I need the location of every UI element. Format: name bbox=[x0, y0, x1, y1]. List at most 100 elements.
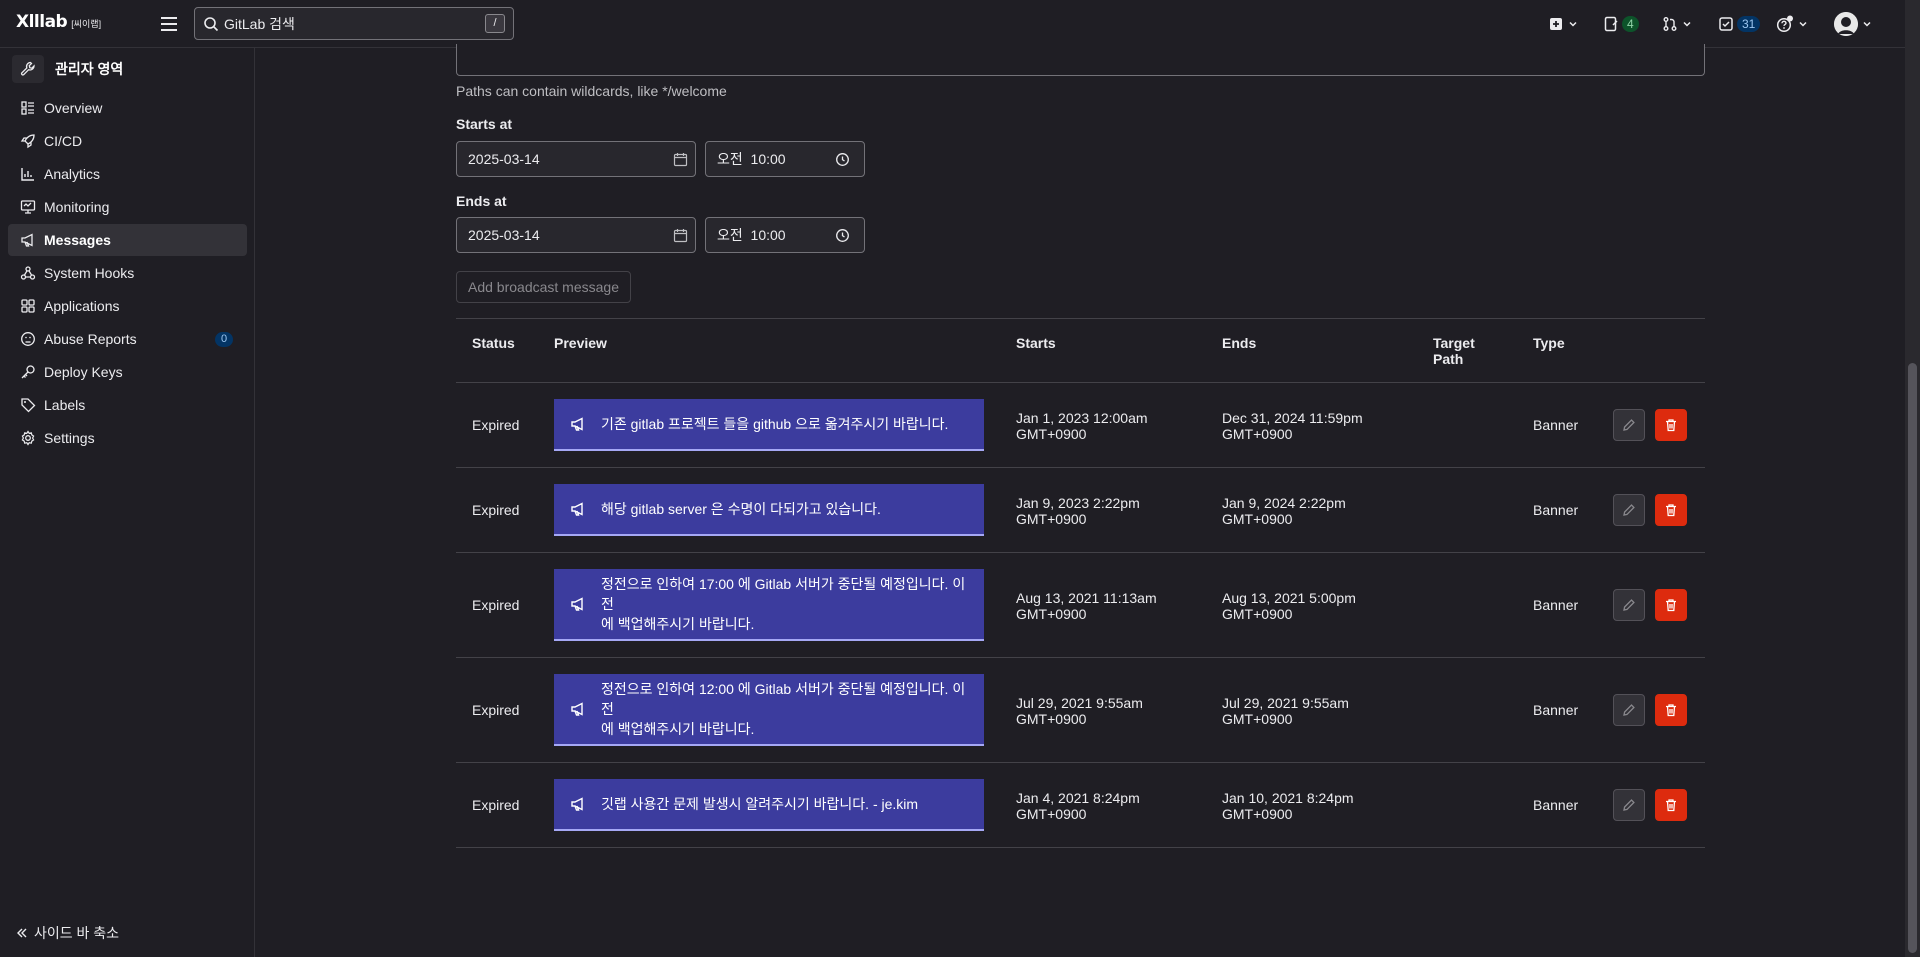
sidebar-item-label: Settings bbox=[44, 430, 95, 446]
status-cell: Expired bbox=[472, 597, 520, 613]
sidebar-item-applications[interactable]: Applications bbox=[8, 290, 247, 322]
edit-button[interactable] bbox=[1613, 409, 1645, 441]
message-preview-banner: 정전으로 인하여 17:00 에 Gitlab 서버가 중단될 예정입니다. 이… bbox=[554, 569, 984, 641]
starts-at-time-input[interactable]: 오전 10:00 bbox=[705, 141, 865, 177]
clock-icon[interactable] bbox=[835, 152, 850, 167]
chevron-down-icon bbox=[1681, 18, 1693, 30]
starts-cell: Aug 13, 2021 11:13am GMT+0900 bbox=[1016, 590, 1157, 622]
starts-cell: Jan 1, 2023 12:00am GMT+0900 bbox=[1016, 410, 1148, 442]
column-preview: Preview bbox=[554, 335, 607, 351]
search-input[interactable]: GitLab 검색 / bbox=[194, 7, 514, 40]
sidebar-item-system-hooks[interactable]: System Hooks bbox=[8, 257, 247, 289]
ends-at-date-value: 2025-03-14 bbox=[468, 227, 540, 243]
edit-button[interactable] bbox=[1613, 494, 1645, 526]
sidebar-item-label: Labels bbox=[44, 397, 86, 413]
sidebar-item-label: Abuse Reports bbox=[44, 331, 137, 347]
ends-cell: Jan 9, 2024 2:22pm GMT+0900 bbox=[1222, 495, 1346, 527]
plus-square-icon bbox=[1548, 16, 1564, 32]
delete-button[interactable] bbox=[1655, 789, 1687, 821]
hook-icon bbox=[20, 265, 36, 281]
edit-button[interactable] bbox=[1613, 694, 1645, 726]
message-text: 정전으로 인하여 12:00 에 Gitlab 서버가 중단될 예정입니다. 이… bbox=[601, 681, 966, 737]
avatar bbox=[1834, 12, 1858, 36]
calendar-icon[interactable] bbox=[673, 152, 688, 167]
issues-button[interactable]: 4 bbox=[1603, 12, 1639, 36]
create-new-dropdown[interactable] bbox=[1548, 12, 1579, 36]
status-cell: Expired bbox=[472, 797, 520, 813]
ends-cell: Jan 10, 2021 8:24pm GMT+0900 bbox=[1222, 790, 1354, 822]
type-cell: Banner bbox=[1533, 597, 1579, 613]
ends-cell: Jul 29, 2021 9:55am GMT+0900 bbox=[1222, 695, 1349, 727]
sidebar-item-cicd[interactable]: CI/CD bbox=[8, 125, 247, 157]
bullhorn-icon bbox=[570, 596, 586, 612]
type-cell: Banner bbox=[1533, 702, 1579, 718]
delete-button[interactable] bbox=[1655, 409, 1687, 441]
sidebar-item-label: Analytics bbox=[44, 166, 101, 182]
sidebar-item-messages[interactable]: Messages bbox=[8, 224, 247, 256]
column-target-path: Target Path bbox=[1433, 335, 1475, 367]
user-menu-dropdown[interactable] bbox=[1834, 12, 1873, 36]
clock-icon[interactable] bbox=[835, 228, 850, 243]
chevron-down-icon bbox=[1567, 18, 1579, 30]
sidebar-item-analytics[interactable]: Analytics bbox=[8, 158, 247, 190]
todos-button[interactable]: 31 bbox=[1718, 12, 1761, 36]
starts-cell: Jan 9, 2023 2:22pm GMT+0900 bbox=[1016, 495, 1140, 527]
sidebar-item-label: Messages bbox=[44, 232, 111, 248]
brand-logo[interactable]: Xlllab [씨이랩] bbox=[16, 12, 101, 32]
edit-button[interactable] bbox=[1613, 789, 1645, 821]
pencil-icon bbox=[1622, 598, 1636, 612]
sidebar-item-labels[interactable]: Labels bbox=[8, 389, 247, 421]
sidebar-item-abuse-reports[interactable]: Abuse Reports 0 bbox=[8, 323, 247, 355]
delete-button[interactable] bbox=[1655, 589, 1687, 621]
chevron-down-icon bbox=[1861, 18, 1873, 30]
merge-request-icon bbox=[1662, 16, 1678, 32]
sidebar-header[interactable]: 관리자 영역 bbox=[12, 54, 123, 84]
trash-icon bbox=[1664, 418, 1678, 432]
sidebar-item-deploy-keys[interactable]: Deploy Keys bbox=[8, 356, 247, 388]
ends-at-time-value: 오전 10:00 bbox=[717, 227, 786, 243]
pencil-icon bbox=[1622, 418, 1636, 432]
target-path-textarea[interactable] bbox=[456, 44, 1705, 76]
bullhorn-icon bbox=[20, 232, 36, 248]
brand-subtitle: [씨이랩] bbox=[71, 19, 102, 29]
sidebar-item-monitoring[interactable]: Monitoring bbox=[8, 191, 247, 223]
trash-icon bbox=[1664, 798, 1678, 812]
add-broadcast-message-button[interactable]: Add broadcast message bbox=[456, 271, 631, 303]
message-preview-banner: 정전으로 인하여 12:00 에 Gitlab 서버가 중단될 예정입니다. 이… bbox=[554, 674, 984, 746]
delete-button[interactable] bbox=[1655, 494, 1687, 526]
table-row: Expired 정전으로 인하여 17:00 에 Gitlab 서버가 중단될 … bbox=[456, 553, 1705, 658]
delete-button[interactable] bbox=[1655, 694, 1687, 726]
bullhorn-icon bbox=[570, 416, 586, 432]
ends-at-date-input[interactable]: 2025-03-14 bbox=[456, 217, 696, 253]
sidebar-item-label: Applications bbox=[44, 298, 120, 314]
admin-sidebar: 관리자 영역 Overview CI/CD Analytics Monitori… bbox=[0, 48, 255, 957]
key-icon bbox=[20, 364, 36, 380]
rocket-icon bbox=[20, 133, 36, 149]
bullhorn-icon bbox=[570, 501, 586, 517]
message-preview-banner: 깃랩 사용간 문제 발생시 알려주시기 바랍니다. - je.kim bbox=[554, 779, 984, 831]
scrollbar-thumb[interactable] bbox=[1908, 363, 1917, 953]
trash-icon bbox=[1664, 503, 1678, 517]
ends-at-time-input[interactable]: 오전 10:00 bbox=[705, 217, 865, 253]
calendar-icon[interactable] bbox=[673, 228, 688, 243]
sidebar-item-label: Deploy Keys bbox=[44, 364, 123, 380]
search-icon bbox=[203, 16, 219, 32]
overview-icon bbox=[20, 100, 36, 116]
sidebar-item-settings[interactable]: Settings bbox=[8, 422, 247, 454]
sidebar-item-overview[interactable]: Overview bbox=[8, 92, 247, 124]
collapse-sidebar-button[interactable]: 사이드 바 축소 bbox=[16, 923, 119, 943]
status-cell: Expired bbox=[472, 502, 520, 518]
ends-cell: Dec 31, 2024 11:59pm GMT+0900 bbox=[1222, 410, 1363, 442]
menu-toggle-icon[interactable] bbox=[158, 13, 180, 35]
edit-button[interactable] bbox=[1613, 589, 1645, 621]
merge-requests-dropdown[interactable] bbox=[1662, 12, 1693, 36]
help-dropdown[interactable] bbox=[1776, 12, 1809, 36]
todos-count-badge: 31 bbox=[1737, 16, 1761, 32]
admin-wrench-icon bbox=[12, 55, 44, 83]
starts-at-date-input[interactable]: 2025-03-14 bbox=[456, 141, 696, 177]
message-text: 정전으로 인하여 17:00 에 Gitlab 서버가 중단될 예정입니다. 이… bbox=[601, 576, 966, 632]
vertical-scrollbar[interactable] bbox=[1905, 0, 1920, 957]
main-content: Paths can contain wildcards, like */welc… bbox=[256, 44, 1905, 957]
message-preview-banner: 기존 gitlab 프로젝트 들을 github 으로 옮겨주시기 바랍니다. bbox=[554, 399, 984, 451]
starts-at-time-value: 오전 10:00 bbox=[717, 151, 786, 167]
